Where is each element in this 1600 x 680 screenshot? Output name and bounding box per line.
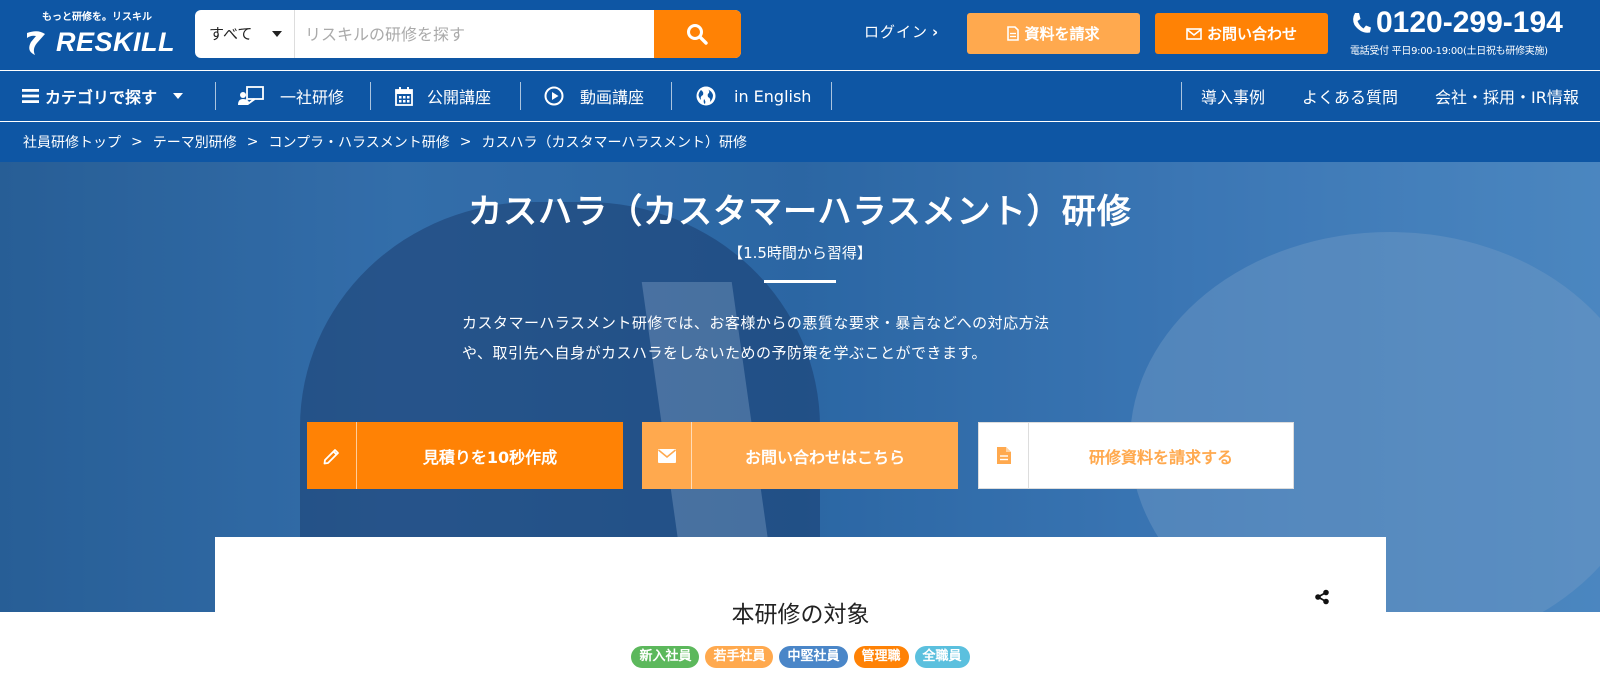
- document-icon: [996, 447, 1011, 464]
- breadcrumb: 社員研修トップ > テーマ別研修 > コンプラ・ハラスメント研修 > カスハラ（…: [0, 122, 1600, 162]
- page-subtitle: 【1.5時間から習得】: [728, 244, 872, 262]
- phone-block[interactable]: 0120-299-194 電話受付 平日9:00-19:00(土日祝も研修実施): [1350, 6, 1563, 57]
- nav-divider: [671, 82, 672, 110]
- page-title: カスハラ（カスタマーハラスメント）研修: [468, 192, 1132, 232]
- share-icon: [1315, 589, 1329, 605]
- breadcrumb-separator: >: [246, 134, 259, 150]
- audience-badge: 新入社員: [631, 646, 700, 668]
- section-heading: 本研修の対象: [731, 602, 870, 628]
- target-section: 本研修の対象 新入社員 若手社員 中堅社員 管理職 全職員: [215, 537, 1386, 680]
- title-divider: [764, 280, 836, 283]
- target-badges: 新入社員 若手社員 中堅社員 管理職 全職員: [215, 646, 1386, 668]
- nav-item-case-studies[interactable]: 導入事例: [1201, 71, 1265, 121]
- nav-item-label: 一社研修: [280, 88, 345, 107]
- play-circle-icon: [544, 86, 564, 106]
- nav-divider: [831, 82, 832, 110]
- site-header: もっと研修を。リスキル RESKILL すべて ログイン› 資料を請求: [0, 0, 1600, 70]
- logo-mark-icon: [27, 31, 45, 55]
- nav-item-english[interactable]: in English: [696, 71, 811, 121]
- document-icon: [1007, 26, 1020, 41]
- contact-button[interactable]: お問い合わせ: [1155, 13, 1328, 54]
- main-nav: カテゴリで探す 一社研修 公開講座 動画講座 in English 導入事例 よ…: [0, 71, 1600, 121]
- nav-divider: [1181, 82, 1182, 110]
- nav-item-inhouse[interactable]: 一社研修: [238, 71, 344, 121]
- breadcrumb-link[interactable]: 社員研修トップ: [23, 132, 121, 152]
- nav-item-company[interactable]: 会社・採用・IR情報: [1435, 71, 1579, 121]
- audience-badge: 管理職: [853, 646, 909, 668]
- nav-item-faq[interactable]: よくある質問: [1302, 71, 1398, 121]
- logo-tagline: もっと研修を。リスキル: [42, 12, 152, 23]
- login-label: ログイン: [864, 23, 929, 41]
- breadcrumb-current: カスハラ（カスタマーハラスメント）研修: [481, 135, 747, 151]
- calendar-icon: [395, 86, 413, 106]
- audience-badge: 若手社員: [705, 646, 774, 668]
- search-icon: [687, 24, 708, 45]
- contact-cta-label: お問い合わせはこちら: [744, 447, 905, 467]
- share-button[interactable]: [1314, 589, 1330, 609]
- mail-icon: [657, 448, 676, 463]
- search-button[interactable]: [654, 10, 741, 58]
- nav-divider: [520, 82, 521, 110]
- nav-item-public[interactable]: 公開講座: [395, 71, 491, 121]
- breadcrumb-separator: >: [131, 134, 143, 150]
- search-scope-select[interactable]: すべて: [195, 10, 295, 58]
- phone-number: 0120-299-194: [1376, 6, 1563, 39]
- breadcrumb-separator: >: [459, 134, 472, 150]
- request-materials-button[interactable]: 研修資料を請求する: [978, 422, 1294, 489]
- category-menu[interactable]: カテゴリで探す: [22, 71, 184, 121]
- phone-icon: [1353, 13, 1371, 33]
- page-description: カスタマーハラスメント研修では、お客様からの悪質な要求・暴言などへの対応方法 や…: [462, 308, 1142, 368]
- mail-icon: [1186, 27, 1202, 40]
- nav-item-label: in English: [734, 86, 812, 106]
- nav-item-label: 導入事例: [1201, 88, 1266, 107]
- nav-item-label: 動画講座: [580, 88, 645, 107]
- description-line: カスタマーハラスメント研修では、お客様からの悪質な要求・暴言などへの対応方法: [462, 314, 1050, 332]
- search-scope-value: すべて: [209, 25, 253, 43]
- contact-label: お問い合わせ: [1206, 25, 1297, 43]
- chevron-down-icon: [272, 31, 282, 37]
- nav-item-label: よくある質問: [1302, 88, 1399, 107]
- logo-wordmark: RESKILL: [56, 27, 176, 57]
- login-link[interactable]: ログイン ›: [864, 21, 939, 42]
- pencil-icon: [323, 448, 339, 464]
- nav-divider: [370, 82, 371, 110]
- hamburger-icon: [22, 89, 39, 103]
- search-input[interactable]: [295, 10, 649, 58]
- audience-badge: 中堅社員: [779, 646, 848, 668]
- contact-cta-button[interactable]: お問い合わせはこちら: [642, 422, 958, 489]
- estimate-button[interactable]: 見積りを10秒作成: [307, 422, 623, 489]
- nav-divider: [215, 82, 216, 110]
- audience-badge: 全職員: [914, 646, 970, 668]
- reskill-logo[interactable]: もっと研修を。リスキル RESKILL: [24, 7, 176, 61]
- request-docs-button[interactable]: 資料を請求: [967, 13, 1140, 54]
- presenter-icon: [238, 86, 264, 105]
- breadcrumb-link[interactable]: コンプラ・ハラスメント研修: [268, 132, 449, 152]
- chevron-right-icon: ›: [932, 23, 940, 41]
- chevron-down-icon: [173, 93, 184, 99]
- phone-hours: 電話受付 平日9:00-19:00(土日祝も研修実施): [1350, 46, 1548, 57]
- request-docs-label: 資料を請求: [1024, 25, 1100, 43]
- search-bar: すべて: [195, 10, 741, 58]
- nav-item-label: 会社・採用・IR情報: [1435, 88, 1579, 107]
- estimate-label: 見積りを10秒作成: [422, 447, 558, 467]
- breadcrumb-link[interactable]: テーマ別研修: [153, 132, 237, 152]
- category-menu-label: カテゴリで探す: [45, 88, 158, 107]
- nav-item-video[interactable]: 動画講座: [544, 71, 644, 121]
- globe-icon: [696, 86, 716, 106]
- nav-item-label: 公開講座: [427, 88, 492, 107]
- description-line: や、取引先へ自身がカスハラをしないための予防策を学ぶことができます。: [462, 344, 988, 362]
- request-materials-label: 研修資料を請求する: [1088, 447, 1233, 467]
